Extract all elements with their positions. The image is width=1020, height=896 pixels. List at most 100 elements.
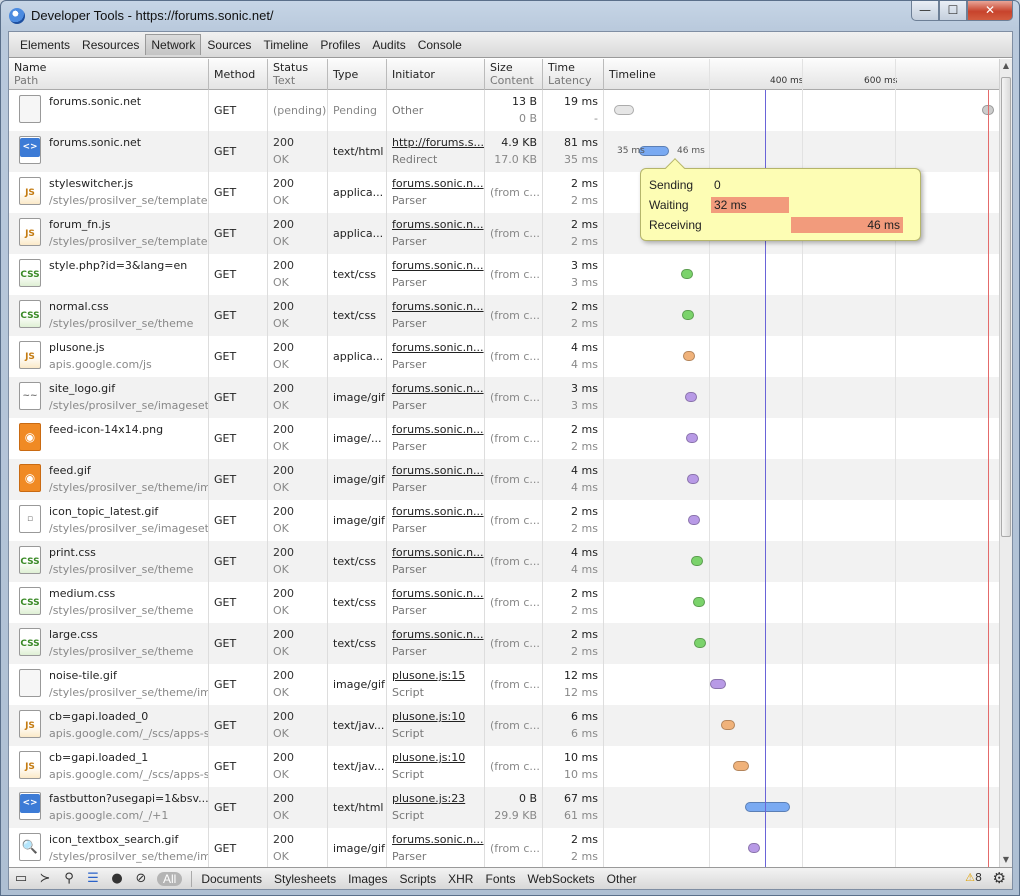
request-name[interactable]: forum_fn.js	[49, 216, 203, 233]
table-row[interactable]: CSS style.php?id=3&lang=en GET 200 OK text/cs…	[9, 254, 999, 295]
tab-sources[interactable]: Sources	[201, 34, 257, 56]
table-row[interactable]: JS plusone.js apis.google.com/js GET 200 OK ap…	[9, 336, 999, 377]
initiator-link[interactable]: forums.sonic.n...	[392, 626, 484, 643]
table-row[interactable]: CSS medium.css/styles/prosilver_se/theme G…	[9, 582, 999, 623]
request-name[interactable]: cb=gapi.loaded_1	[49, 749, 203, 766]
timeline-bar[interactable]	[710, 679, 726, 689]
filter-scripts[interactable]: Scripts	[393, 872, 442, 886]
request-name[interactable]: medium.css	[49, 585, 203, 602]
timeline-bar[interactable]	[687, 474, 699, 484]
search-icon[interactable]: ⚲	[57, 869, 81, 889]
gear-icon[interactable]: ⚙	[993, 869, 1006, 887]
timeline-bar[interactable]	[614, 105, 634, 115]
table-row[interactable]: ◉ feed-icon-14x14.png GET 200 OK image/... for…	[9, 418, 999, 459]
initiator-link[interactable]: forums.sonic.n...	[392, 831, 484, 848]
timeline-bar[interactable]	[721, 720, 735, 730]
initiator-link[interactable]: plusone.js:10	[392, 749, 479, 766]
initiator-link[interactable]: forums.sonic.n...	[392, 503, 484, 520]
table-row[interactable]: ◉ feed.gif/styles/prosilver_se/theme/ima G…	[9, 459, 999, 500]
initiator-link[interactable]: plusone.js:10	[392, 708, 479, 725]
initiator-link[interactable]: plusone.js:23	[392, 790, 479, 807]
request-name[interactable]: large.css	[49, 626, 203, 643]
filter-other[interactable]: Other	[601, 872, 643, 886]
maximize-button[interactable]: ☐	[939, 1, 967, 21]
timeline-bar[interactable]	[685, 392, 697, 402]
column-header-status[interactable]: Status Text	[268, 59, 328, 90]
initiator-link[interactable]: forums.sonic.n...	[392, 339, 484, 356]
request-name[interactable]: print.css	[49, 544, 203, 561]
initiator-link[interactable]: forums.sonic.n...	[392, 585, 484, 602]
scroll-up-arrow[interactable]: ▲	[1000, 59, 1012, 73]
request-name[interactable]: feed.gif	[49, 462, 203, 479]
column-header-type[interactable]: Type	[328, 59, 387, 90]
tab-resources[interactable]: Resources	[76, 34, 145, 56]
timeline-bar[interactable]	[682, 310, 694, 320]
initiator-link[interactable]: forums.sonic.n...	[392, 298, 484, 315]
initiator-link[interactable]: forums.sonic.n...	[392, 380, 484, 397]
request-name[interactable]: cb=gapi.loaded_0	[49, 708, 203, 725]
table-row[interactable]: 🔍 icon_textbox_search.gif/styles/prosilve…	[9, 828, 999, 867]
minimize-button[interactable]: —	[911, 1, 939, 21]
request-name[interactable]: fastbutton?usegapi=1&bsv...	[49, 790, 208, 807]
initiator-link[interactable]: plusone.js:15	[392, 667, 479, 684]
close-button[interactable]: ✕	[967, 1, 1013, 21]
initiator-link[interactable]: http://forums.s...	[392, 134, 484, 151]
tab-elements[interactable]: Elements	[14, 34, 76, 56]
table-row[interactable]: forums.sonic.net GET (pending) Pending Other…	[9, 90, 999, 131]
timeline-bar[interactable]	[683, 351, 695, 361]
request-name[interactable]: feed-icon-14x14.png	[49, 421, 203, 438]
filter-documents[interactable]: Documents	[195, 872, 268, 886]
tab-network[interactable]: Network	[145, 34, 202, 55]
table-row[interactable]: noise-tile.gif/styles/prosilver_se/theme…	[9, 664, 999, 705]
timeline-bar[interactable]	[681, 269, 693, 279]
table-row[interactable]: CSS print.css/styles/prosilver_se/theme GE…	[9, 541, 999, 582]
scroll-down-arrow[interactable]: ▼	[1000, 853, 1012, 867]
initiator-link[interactable]: forums.sonic.n...	[392, 462, 484, 479]
initiator-link[interactable]: forums.sonic.n...	[392, 421, 484, 438]
tab-timeline[interactable]: Timeline	[257, 34, 314, 56]
timeline-bar[interactable]	[745, 802, 790, 812]
large-rows-icon[interactable]: ☰	[81, 869, 105, 889]
request-name[interactable]: icon_topic_latest.gif	[49, 503, 203, 520]
initiator-link[interactable]: forums.sonic.n...	[392, 216, 484, 233]
column-header-time[interactable]: Time Latency	[543, 59, 604, 90]
column-header-initiator[interactable]: Initiator	[387, 59, 485, 90]
request-name[interactable]: site_logo.gif	[49, 380, 203, 397]
warnings-badge[interactable]: ⚠8	[965, 871, 982, 884]
request-name[interactable]: style.php?id=3&lang=en	[49, 257, 203, 274]
initiator-link[interactable]: forums.sonic.n...	[392, 544, 484, 561]
tab-audits[interactable]: Audits	[366, 34, 411, 56]
request-name[interactable]: forums.sonic.net	[49, 134, 203, 151]
column-header-method[interactable]: Method	[209, 59, 268, 90]
table-row[interactable]: ▫ icon_topic_latest.gif/styles/prosilver_…	[9, 500, 999, 541]
tab-console[interactable]: Console	[412, 34, 468, 56]
filter-xhr[interactable]: XHR	[442, 872, 479, 886]
filter-fonts[interactable]: Fonts	[479, 872, 521, 886]
filter-stylesheets[interactable]: Stylesheets	[268, 872, 342, 886]
request-name[interactable]: icon_textbox_search.gif	[49, 831, 203, 848]
initiator-link[interactable]: forums.sonic.n...	[392, 175, 484, 192]
filter-websockets[interactable]: WebSockets	[522, 872, 601, 886]
initiator-link[interactable]: forums.sonic.n...	[392, 257, 484, 274]
request-name[interactable]: noise-tile.gif	[49, 667, 203, 684]
table-row[interactable]: CSS normal.css/styles/prosilver_se/theme G…	[9, 295, 999, 336]
table-row[interactable]: <> fastbutton?usegapi=1&bsv... apis.google…	[9, 787, 999, 828]
column-header-name[interactable]: Name Path	[9, 59, 209, 90]
record-icon[interactable]: ●	[105, 869, 129, 889]
column-header-size[interactable]: Size Content	[485, 59, 543, 90]
clear-icon[interactable]: ⊘	[129, 869, 153, 889]
timeline-bar[interactable]	[748, 843, 760, 853]
filter-all[interactable]: All	[157, 871, 183, 886]
table-row[interactable]: JS cb=gapi.loaded_1 apis.google.com/_/scs/…	[9, 746, 999, 787]
table-row[interactable]: JS cb=gapi.loaded_0 apis.google.com/_/scs/…	[9, 705, 999, 746]
request-name[interactable]: normal.css	[49, 298, 203, 315]
timeline-bar[interactable]	[733, 761, 749, 771]
timeline-bar[interactable]	[693, 597, 705, 607]
timeline-bar[interactable]	[686, 433, 698, 443]
timeline-bar[interactable]	[688, 515, 700, 525]
filter-images[interactable]: Images	[342, 872, 393, 886]
console-toggle-icon[interactable]: ≻	[33, 869, 57, 889]
vertical-scrollbar[interactable]: ▲ ▼	[999, 59, 1012, 867]
timeline-bar[interactable]	[691, 556, 703, 566]
timeline-bar[interactable]	[694, 638, 706, 648]
